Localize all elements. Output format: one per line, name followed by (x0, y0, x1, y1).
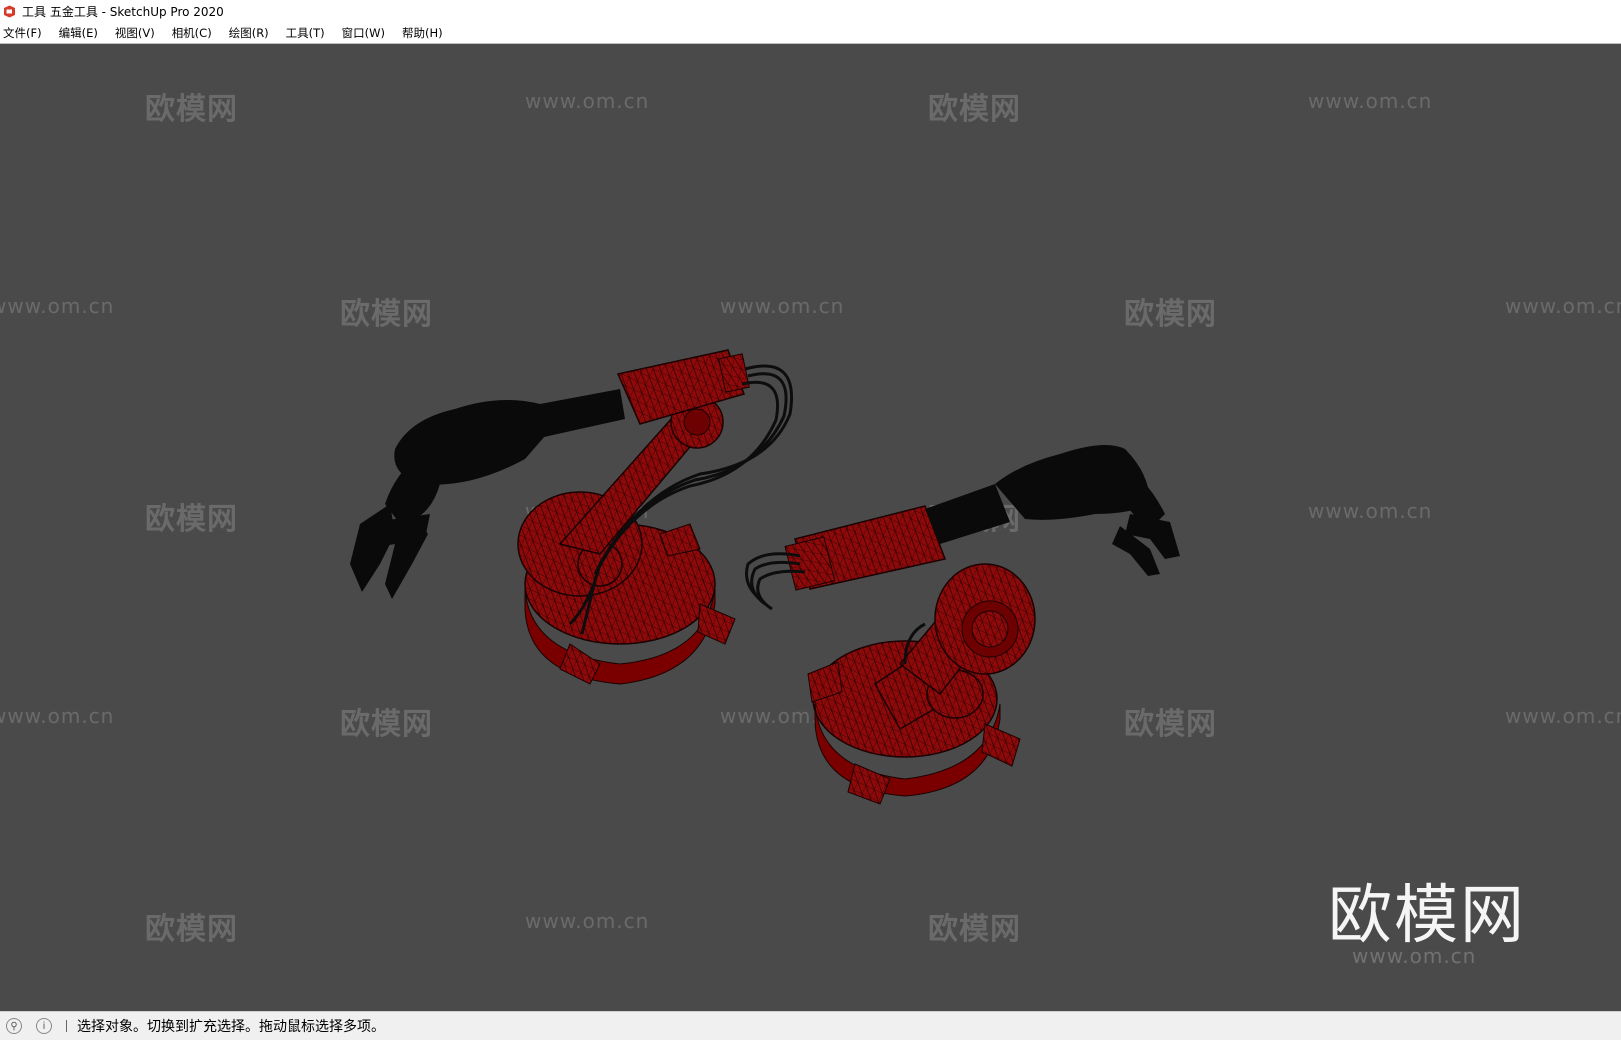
robot-arm-left (350, 349, 793, 685)
status-separator (66, 1020, 67, 1032)
big-watermark-url: www.om.cn (1352, 944, 1477, 968)
menu-view[interactable]: 视图(V) (111, 25, 162, 41)
model-viewport[interactable]: 欧模网 www.om.cn 欧模网 www.om.cn www.om.cn 欧模网 www.… (0, 44, 1621, 1011)
menu-window[interactable]: 窗口(W) (338, 25, 392, 41)
menu-help[interactable]: 帮助(H) (398, 25, 450, 41)
window-title: 工具 五金工具 - SketchUp Pro 2020 (22, 4, 224, 19)
status-message: 选择对象。切换到扩充选择。拖动鼠标选择多项。 (77, 1019, 385, 1035)
sketchup-icon (2, 4, 16, 18)
menu-camera[interactable]: 相机(C) (168, 25, 219, 41)
title-bar: 工具 五金工具 - SketchUp Pro 2020 (0, 0, 1621, 22)
menu-tools[interactable]: 工具(T) (282, 25, 332, 41)
geo-location-icon[interactable]: ⚲ (6, 1018, 22, 1034)
menu-edit[interactable]: 编辑(E) (55, 25, 105, 41)
robot-arm-right (745, 445, 1180, 805)
menu-draw[interactable]: 绘图(R) (225, 25, 276, 41)
info-icon[interactable]: i (36, 1018, 52, 1034)
big-watermark-logo: 欧模网 (1328, 879, 1526, 953)
status-bar: ⚲ i 选择对象。切换到扩充选择。拖动鼠标选择多项。 (0, 1011, 1621, 1040)
menu-bar: 文件(F) 编辑(E) 视图(V) 相机(C) 绘图(R) 工具(T) 窗口(W… (0, 22, 1621, 44)
menu-file[interactable]: 文件(F) (0, 25, 49, 41)
